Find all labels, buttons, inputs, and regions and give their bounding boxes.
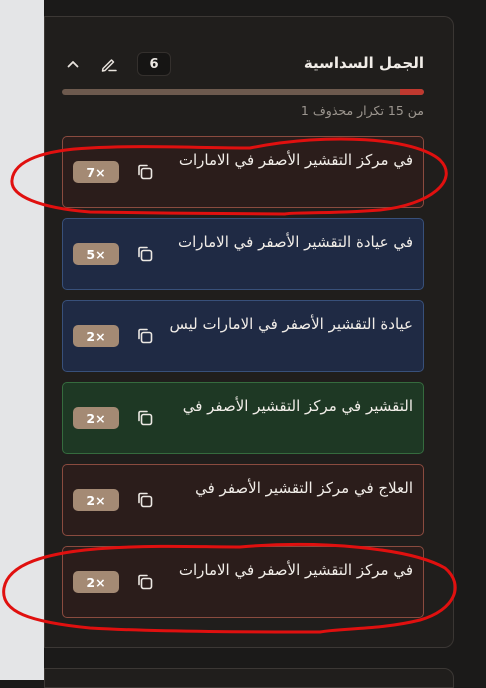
sentence-text: عيادة التقشير الأصفر في الامارات ليس [169,315,413,333]
repetition-count-badge: 7× [73,161,119,183]
pencil-icon [101,59,117,72]
copy-icon [138,410,153,426]
sentence-item: التقشير في مركز التقشير الأصفر في 2× [62,382,424,454]
section-title: الجمل السداسية [303,54,424,72]
copy-button[interactable] [134,325,156,347]
sentence-count-badge: 6 [137,52,171,76]
copy-button[interactable] [134,243,156,265]
sentence-text: في عيادة التقشير الأصفر في الامارات [178,233,413,251]
collapse-button[interactable] [62,53,84,75]
sentence-text: التقشير في مركز التقشير الأصفر في [182,397,413,415]
panel-header: 6 الجمل السداسية [62,50,426,80]
deleted-repetitions-note: من 15 تكرار محذوف 1 [300,103,424,118]
repetition-count-badge: 2× [73,407,119,429]
left-gutter [0,0,44,680]
sentence-text: في مركز التقشير الأصفر في الامارات [178,561,413,579]
copy-icon [138,492,153,508]
repetition-count-badge: 5× [73,243,119,265]
repetition-count-badge: 2× [73,571,119,593]
progress-deleted-segment [399,89,424,95]
edit-button[interactable] [98,53,120,75]
sentence-item: في مركز التقشير الأصفر في الامارات 7× [62,136,424,208]
sentence-item: في مركز التقشير الأصفر في الامارات 2× [62,546,424,618]
copy-icon [138,574,153,590]
repetition-count-badge: 2× [73,325,119,347]
copy-button[interactable] [134,161,156,183]
copy-icon [138,328,153,344]
copy-icon [138,164,153,180]
sentence-item: في عيادة التقشير الأصفر في الامارات 5× [62,218,424,290]
repetition-progress-bar [62,89,424,95]
sentence-text: العلاج في مركز التقشير الأصفر في [195,479,413,497]
sentence-item: عيادة التقشير الأصفر في الامارات ليس 2× [62,300,424,372]
sentence-item: العلاج في مركز التقشير الأصفر في 2× [62,464,424,536]
repetition-count-badge: 2× [73,489,119,511]
copy-button[interactable] [134,407,156,429]
chevron-up-icon [67,61,79,68]
next-panel-edge [44,668,454,688]
copy-icon [138,246,153,262]
copy-button[interactable] [134,489,156,511]
copy-button[interactable] [134,571,156,593]
sentence-text: في مركز التقشير الأصفر في الامارات [178,151,413,169]
